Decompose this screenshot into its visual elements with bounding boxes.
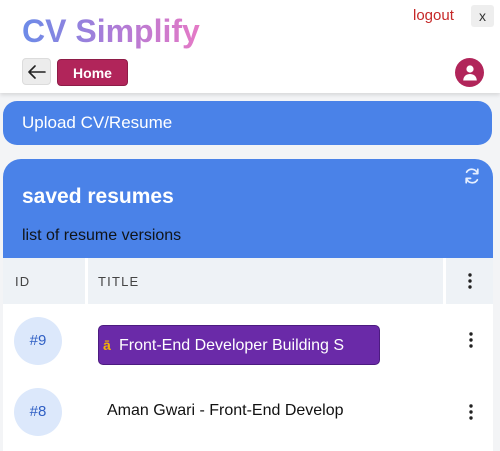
home-button[interactable]: Home — [57, 59, 128, 86]
column-label-title: TITLE — [98, 274, 140, 289]
more-vert-icon — [469, 332, 473, 348]
refresh-icon[interactable] — [462, 166, 482, 186]
header-menu-button[interactable] — [446, 258, 493, 304]
resume-title-text: Front-End Developer Building S — [119, 337, 345, 354]
app-header: CV Simplify logout x Home — [0, 0, 500, 93]
app-title: CV Simplify — [22, 13, 200, 49]
more-vert-icon — [469, 404, 473, 420]
saved-resumes-card: saved resumes list of resume versions ID… — [3, 159, 493, 451]
logout-link[interactable]: logout — [413, 7, 454, 24]
row-id-badge: #9 — [14, 317, 62, 365]
resume-title-highlighted[interactable]: ā Front-End Developer Building S — [98, 325, 380, 365]
row-id-badge: #8 — [14, 388, 62, 436]
row-menu-button[interactable] — [461, 400, 481, 424]
resume-title[interactable]: Aman Gwari - Front-End Develop — [107, 402, 344, 420]
user-icon — [462, 65, 477, 81]
card-title: saved resumes — [22, 185, 174, 208]
close-button[interactable]: x — [471, 5, 494, 27]
ai-icon: ā — [103, 337, 111, 353]
back-arrow-icon — [27, 64, 46, 79]
table-header: ID TITLE — [3, 258, 493, 304]
row-menu-button[interactable] — [461, 328, 481, 352]
avatar[interactable] — [455, 58, 484, 87]
more-vert-icon — [467, 273, 472, 289]
upload-cv-button[interactable]: Upload CV/Resume — [3, 101, 492, 145]
back-button[interactable] — [22, 58, 51, 85]
card-subtitle: list of resume versions — [22, 227, 182, 244]
column-header-title[interactable]: TITLE — [88, 258, 443, 304]
column-header-id[interactable]: ID — [3, 258, 85, 304]
card-header: saved resumes list of resume versions — [3, 159, 493, 258]
column-label-id: ID — [15, 274, 31, 289]
